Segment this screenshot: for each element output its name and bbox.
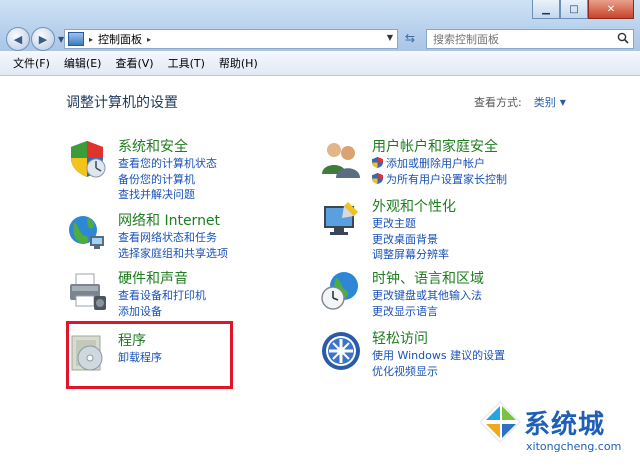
view-by: 查看方式: 类别 ▼ <box>474 94 566 110</box>
clock-globe-icon[interactable] <box>320 270 362 312</box>
category-links: 添加或删除用户帐户 为所有用户设置家长控制 <box>372 156 507 187</box>
link-change-desktop-background[interactable]: 更改桌面背景 <box>372 232 449 248</box>
link-parental-controls[interactable]: 为所有用户设置家长控制 <box>372 172 507 188</box>
link-optimize-visual-display[interactable]: 优化视频显示 <box>372 364 505 380</box>
link-homegroup-sharing[interactable]: 选择家庭组和共享选项 <box>118 246 228 262</box>
view-by-label: 查看方式: <box>474 96 522 109</box>
link-change-theme[interactable]: 更改主题 <box>372 216 449 232</box>
watermark: 系统城 xitongcheng.com <box>470 396 640 468</box>
window-controls: ▁ □ ✕ <box>532 0 634 19</box>
back-arrow-icon: ◀ <box>13 32 23 46</box>
category-links: 查看您的计算机状态 备份您的计算机 查找并解决问题 <box>118 156 217 203</box>
highlight-box <box>66 321 233 389</box>
printer-icon[interactable] <box>66 270 108 312</box>
menu-view[interactable]: 查看(V) <box>112 55 156 71</box>
uac-shield-icon <box>372 172 383 184</box>
window-titlebar: ▁ □ ✕ ◀ ▶ ▼ ▸ 控制面板 ▸ ▼ ⇆ <box>0 0 640 51</box>
uac-shield-icon <box>372 157 383 168</box>
page-title: 调整计算机的设置 <box>66 95 178 111</box>
link-change-display-language[interactable]: 更改显示语言 <box>372 304 482 320</box>
breadcrumb-control-panel[interactable]: 控制面板 <box>98 31 142 47</box>
category-title[interactable]: 轻松访问 <box>372 328 428 348</box>
view-by-caret-icon[interactable]: ▼ <box>560 98 566 107</box>
control-panel-icon <box>68 32 84 46</box>
watermark-logo-icon <box>479 401 521 443</box>
category-title[interactable]: 用户帐户和家庭安全 <box>372 136 498 156</box>
category-links: 更改键盘或其他输入法 更改显示语言 <box>372 288 482 319</box>
breadcrumb-separator-icon[interactable]: ▸ <box>89 35 93 44</box>
maximize-button[interactable]: □ <box>560 0 588 19</box>
link-troubleshoot[interactable]: 查找并解决问题 <box>118 187 217 203</box>
menu-help[interactable]: 帮助(H) <box>216 55 261 71</box>
category-title[interactable]: 外观和个性化 <box>372 196 456 216</box>
menu-edit[interactable]: 编辑(E) <box>61 55 105 71</box>
forward-arrow-icon: ▶ <box>38 32 48 46</box>
menu-file[interactable]: 文件(F) <box>10 55 53 71</box>
link-add-device[interactable]: 添加设备 <box>118 304 206 320</box>
navigation-buttons: ◀ ▶ ▼ <box>6 27 64 51</box>
category-title[interactable]: 系统和安全 <box>118 136 188 156</box>
address-bar[interactable]: ▸ 控制面板 ▸ ▼ <box>64 29 398 49</box>
link-change-keyboard-input[interactable]: 更改键盘或其他输入法 <box>372 288 482 304</box>
close-button[interactable]: ✕ <box>588 0 634 19</box>
link-use-recommended-settings[interactable]: 使用 Windows 建议的设置 <box>372 348 505 364</box>
category-title[interactable]: 硬件和声音 <box>118 268 188 288</box>
category-links: 查看网络状态和任务 选择家庭组和共享选项 <box>118 230 228 261</box>
category-links: 查看设备和打印机 添加设备 <box>118 288 206 319</box>
ease-of-access-icon[interactable] <box>320 330 362 372</box>
category-title[interactable]: 时钟、语言和区域 <box>372 268 484 288</box>
minimize-button[interactable]: ▁ <box>532 0 560 19</box>
category-links: 更改主题 更改桌面背景 调整屏幕分辨率 <box>372 216 449 263</box>
security-shield-icon[interactable] <box>66 138 108 180</box>
menu-tools[interactable]: 工具(T) <box>165 55 208 71</box>
link-view-network-status[interactable]: 查看网络状态和任务 <box>118 230 228 246</box>
view-by-dropdown[interactable]: 类别 <box>534 94 556 110</box>
link-devices-printers[interactable]: 查看设备和打印机 <box>118 288 206 304</box>
back-button[interactable]: ◀ <box>6 27 30 51</box>
search-input[interactable] <box>431 31 615 47</box>
link-view-computer-status[interactable]: 查看您的计算机状态 <box>118 156 217 172</box>
search-box <box>426 29 634 49</box>
link-text: 为所有用户设置家长控制 <box>386 172 507 186</box>
refresh-icon: ⇆ <box>404 31 416 45</box>
forward-button[interactable]: ▶ <box>31 27 55 51</box>
category-title[interactable]: 网络和 Internet <box>118 210 220 230</box>
address-dropdown-icon[interactable]: ▼ <box>387 33 393 42</box>
link-text: 添加或删除用户帐户 <box>386 157 485 170</box>
search-icon[interactable] <box>617 32 629 44</box>
link-backup-computer[interactable]: 备份您的计算机 <box>118 172 217 188</box>
control-panel-content: 调整计算机的设置 查看方式: 类别 ▼ 系统和安全 查看您的计算机状态 备份您的… <box>0 76 640 468</box>
users-icon[interactable] <box>320 138 362 180</box>
watermark-text: 系统城 <box>524 410 606 440</box>
appearance-monitor-icon[interactable] <box>320 198 362 240</box>
watermark-url: xitongcheng.com <box>526 440 622 453</box>
link-add-remove-accounts[interactable]: 添加或删除用户帐户 <box>372 156 507 172</box>
category-links: 使用 Windows 建议的设置 优化视频显示 <box>372 348 505 379</box>
refresh-button[interactable]: ⇆ <box>400 29 420 47</box>
breadcrumb-chevron-icon[interactable]: ▸ <box>147 35 151 44</box>
network-globe-icon[interactable] <box>66 212 108 254</box>
menu-bar: 文件(F) 编辑(E) 查看(V) 工具(T) 帮助(H) <box>0 51 640 76</box>
link-adjust-resolution[interactable]: 调整屏幕分辨率 <box>372 247 449 263</box>
